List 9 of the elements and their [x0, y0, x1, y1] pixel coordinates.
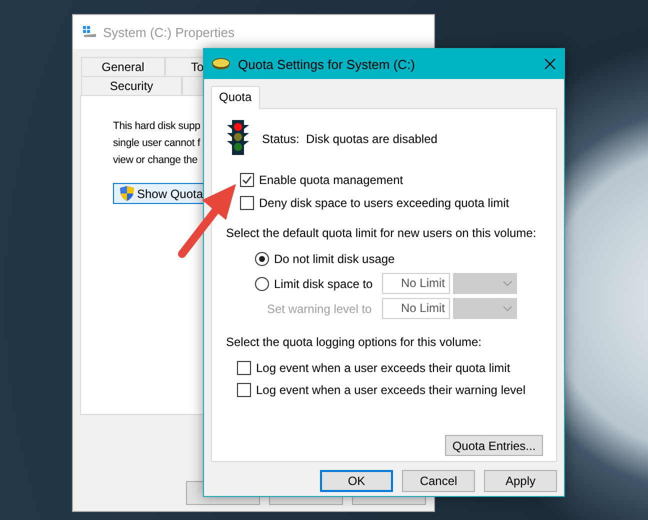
- warning-label: Set warning level to: [266, 302, 373, 316]
- section-heading: Select the default quota limit for new users on this volume:: [226, 226, 538, 240]
- status-text: Status: Disk quotas are disabled: [262, 132, 438, 146]
- window-title: System (C:) Properties: [103, 24, 234, 40]
- section-heading: Select the quota logging options for this volume:: [226, 335, 482, 349]
- description-text: This hard disk supp: [113, 119, 200, 134]
- description-text: view or change the: [113, 153, 198, 168]
- description-text: single user cannot f: [113, 136, 200, 151]
- dialog-title: Quota Settings for System (C:): [238, 56, 416, 72]
